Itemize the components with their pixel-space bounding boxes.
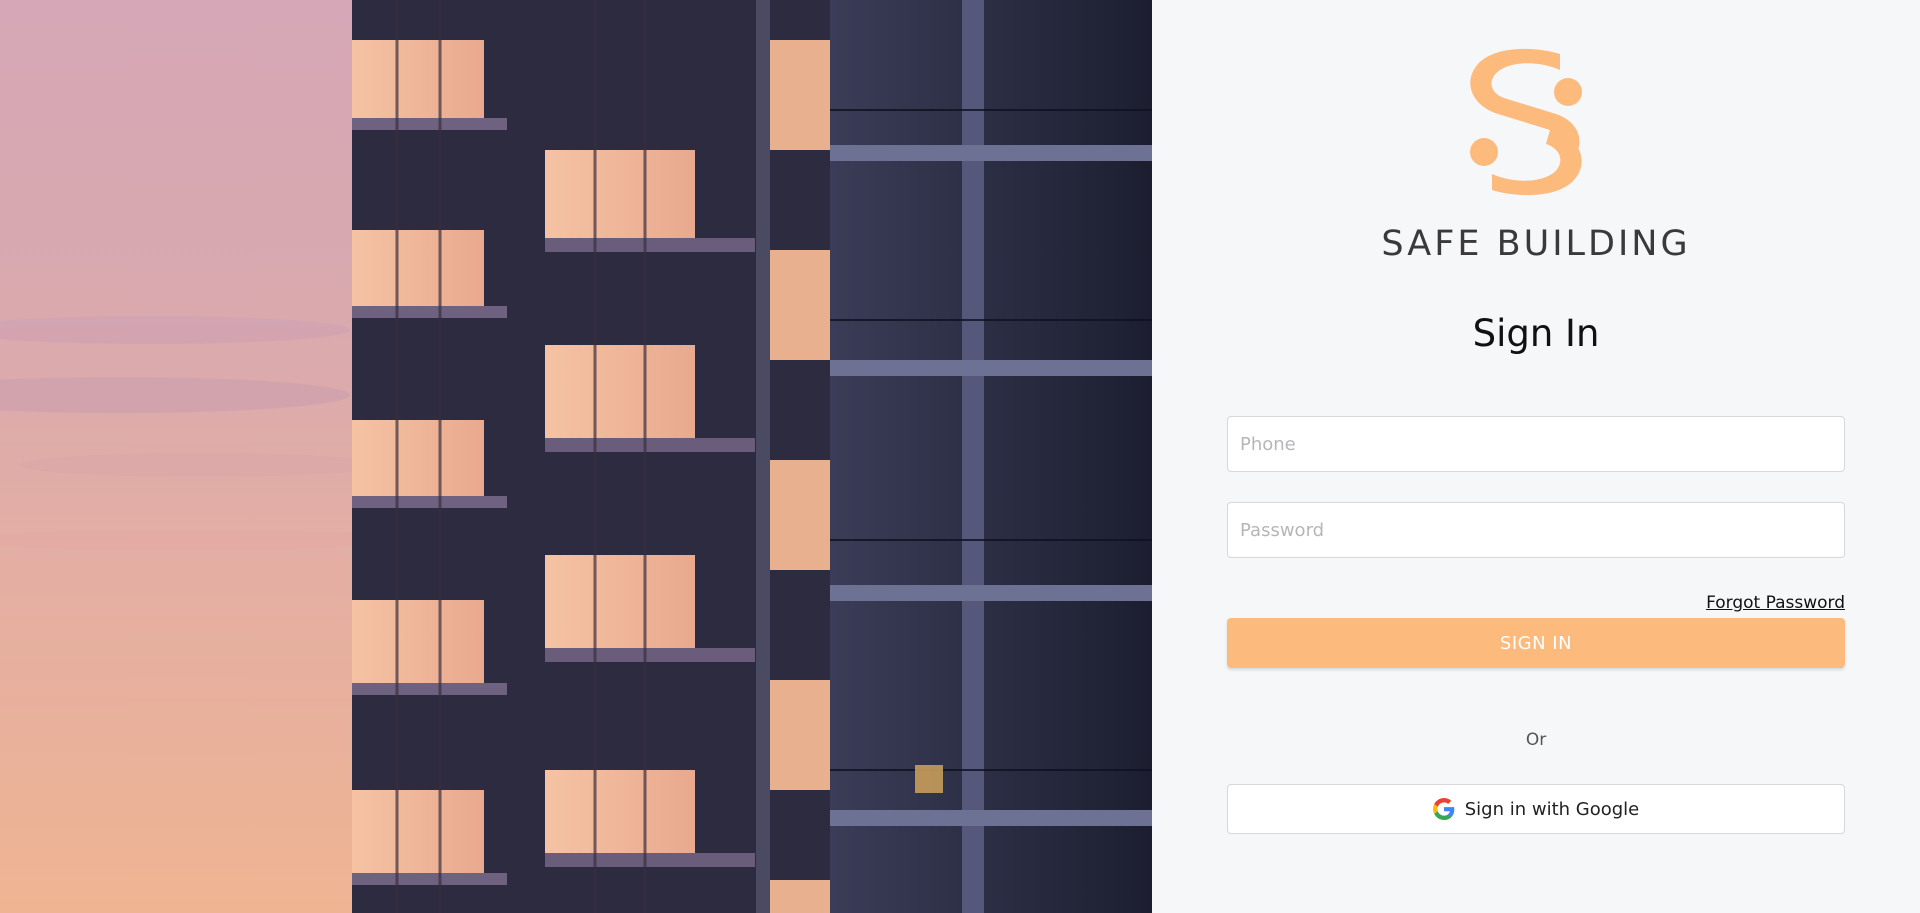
password-input[interactable]	[1227, 502, 1845, 558]
brand-name: SAFE BUILDING	[1381, 224, 1691, 264]
sign-in-panel: SAFE BUILDING Sign In Forgot Password SI…	[1152, 0, 1920, 913]
forgot-password-link[interactable]: Forgot Password	[1706, 593, 1845, 613]
hero-building-image	[0, 0, 1152, 913]
google-g-icon	[1432, 798, 1455, 820]
building-illustration	[0, 0, 1152, 913]
sign-in-button[interactable]: SIGN IN	[1227, 618, 1845, 668]
google-sign-in-button[interactable]: Sign in with Google	[1227, 784, 1845, 834]
s-logo-icon	[1470, 48, 1582, 196]
phone-input[interactable]	[1227, 416, 1845, 472]
divider-or-label: Or	[1525, 730, 1547, 750]
page-title: Sign In	[1472, 312, 1600, 355]
login-page: SAFE BUILDING Sign In Forgot Password SI…	[0, 0, 1920, 913]
google-sign-in-label: Sign in with Google	[1464, 798, 1640, 820]
